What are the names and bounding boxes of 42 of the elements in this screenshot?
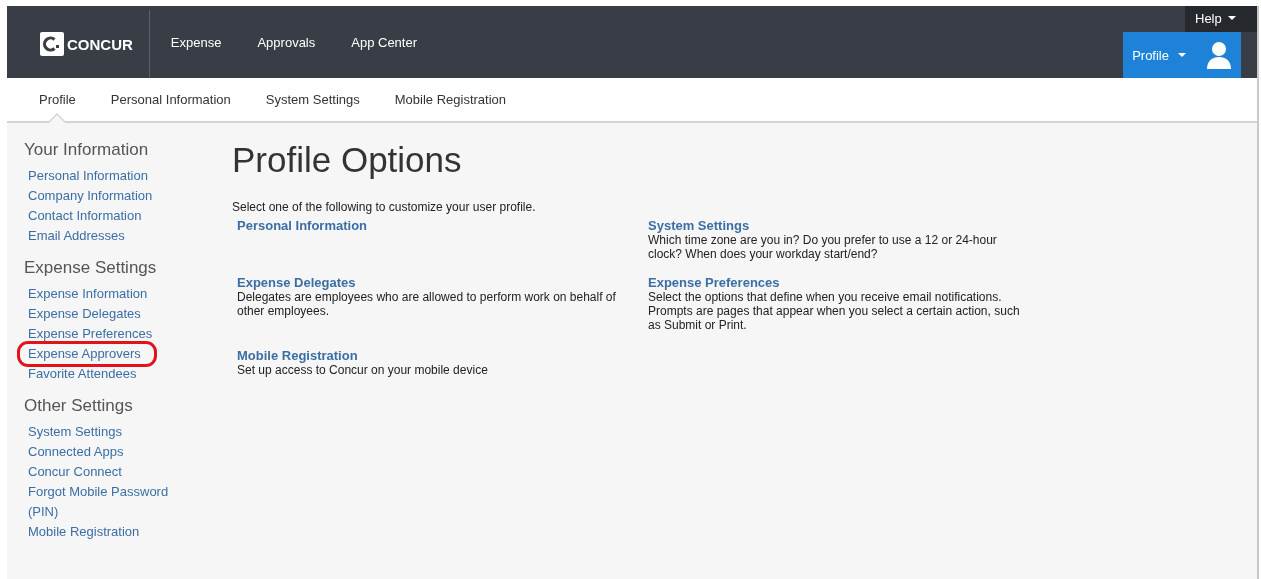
tab[interactable]: Personal Information bbox=[110, 78, 231, 123]
sidebar-link[interactable]: Forgot Mobile Password (PIN) bbox=[28, 482, 178, 522]
nav-link[interactable]: App Center bbox=[351, 34, 417, 50]
sidebar-link[interactable]: Expense Information bbox=[28, 284, 178, 304]
option-description: Select the options that define when you receive email notifications. Prompts are pages that appear when you select a certain action, such as Submit or Print. bbox=[648, 290, 1021, 332]
option-link[interactable]: System Settings bbox=[648, 218, 1023, 233]
tab[interactable]: Profile bbox=[39, 78, 76, 123]
option-link[interactable]: Personal Information bbox=[237, 218, 643, 233]
sidebar-link[interactable]: Company Information bbox=[28, 186, 178, 206]
option-description: Delegates are employees who are allowed to perform work on behalf of other employees. bbox=[237, 290, 617, 318]
sidebar-link[interactable]: Favorite Attendees bbox=[28, 364, 178, 384]
sidebar-link[interactable]: System Settings bbox=[28, 422, 178, 442]
sidebar-link[interactable]: Personal Information bbox=[28, 166, 178, 186]
user-icon bbox=[1207, 41, 1231, 69]
nav-link[interactable]: Approvals bbox=[257, 34, 316, 50]
sidebar-link[interactable]: Mobile Registration bbox=[28, 522, 178, 542]
intro-text: Select one of the following to customize your user profile. bbox=[232, 200, 537, 214]
option-link[interactable]: Mobile Registration bbox=[237, 348, 643, 363]
option-link[interactable]: Expense Delegates bbox=[237, 275, 643, 290]
sidebar-link[interactable]: Expense Delegates bbox=[28, 304, 178, 324]
caret-icon bbox=[1227, 16, 1236, 20]
section-heading: Expense Settings bbox=[24, 258, 157, 278]
sidebar-link[interactable]: Expense Preferences bbox=[28, 324, 178, 344]
option-description: Which time zone are you in? Do you prefer to use a 12 or 24-hour clock? When does your workday start/end? bbox=[648, 233, 998, 261]
logo-icon bbox=[40, 32, 64, 56]
section-heading: Other Settings bbox=[24, 396, 133, 416]
nav-link[interactable]: Expense bbox=[170, 34, 222, 50]
sidebar-link[interactable]: Concur Connect bbox=[28, 462, 178, 482]
tab[interactable]: System Settings bbox=[265, 78, 360, 123]
sidebar-link[interactable]: Contact Information bbox=[28, 206, 178, 226]
profile-menu[interactable]: Profile bbox=[1123, 32, 1241, 78]
sidebar-link[interactable]: Expense Approvers bbox=[20, 344, 154, 364]
section-heading: Your Information bbox=[24, 140, 149, 160]
caret-icon bbox=[1178, 53, 1186, 57]
option-description: Set up access to Concur on your mobile device bbox=[237, 363, 489, 377]
option-link[interactable]: Expense Preferences bbox=[648, 275, 1023, 290]
sidebar-link[interactable]: Email Addresses bbox=[28, 226, 178, 246]
page-title: Profile Options bbox=[232, 140, 463, 180]
sidebar-link[interactable]: Connected Apps bbox=[28, 442, 178, 462]
tab[interactable]: Mobile Registration bbox=[394, 78, 507, 123]
logo-text[interactable]: CONCUR bbox=[67, 35, 133, 53]
help-menu[interactable]: Help bbox=[1185, 6, 1257, 32]
